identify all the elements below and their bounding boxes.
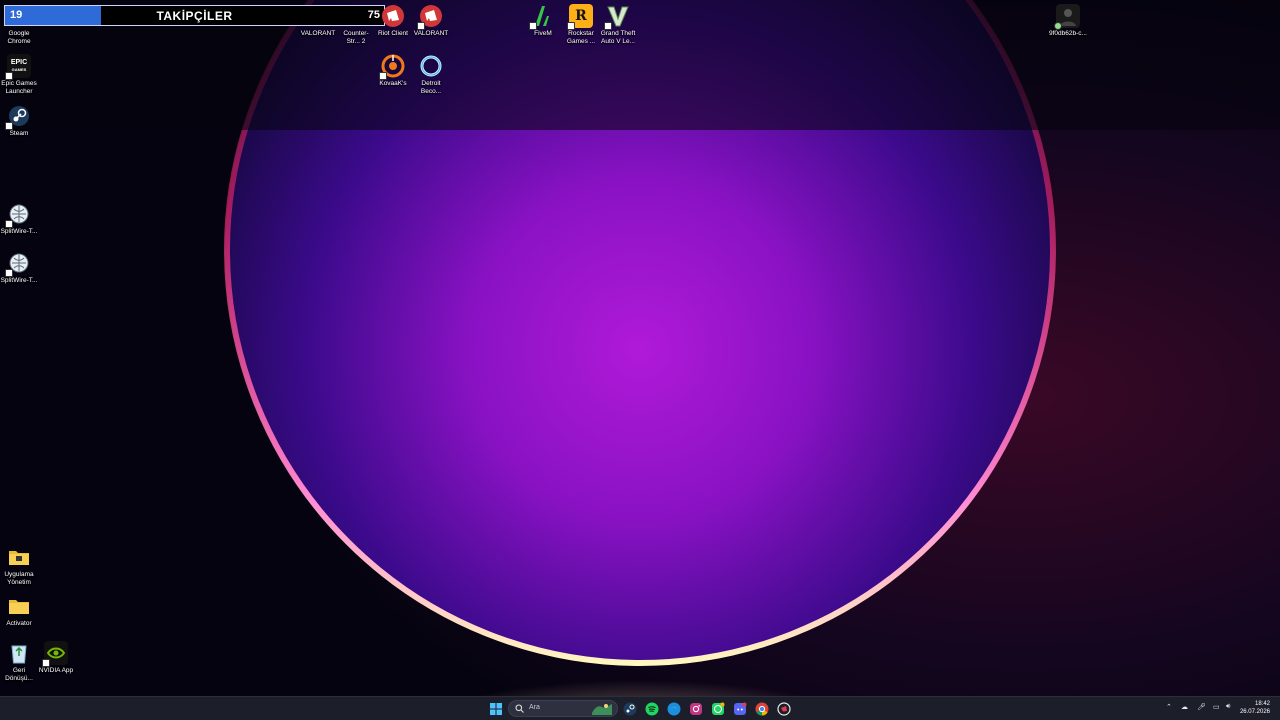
taskbar-clock[interactable]: 18:42 26.07.2026 bbox=[1240, 700, 1270, 716]
folder-icon bbox=[7, 594, 31, 618]
desktop-icon-label: SplitWire-T... bbox=[0, 277, 38, 284]
nvidia-icon bbox=[42, 641, 68, 667]
desktop-icon-kovaaks[interactable]: KovaaK's bbox=[374, 54, 412, 88]
clock-time: 18:42 bbox=[1254, 701, 1270, 707]
tray-network-icon[interactable]: ▭ bbox=[1213, 703, 1220, 711]
edge-icon bbox=[667, 702, 681, 716]
steam-icon bbox=[5, 104, 31, 130]
taskbar-search-box[interactable]: Ara bbox=[508, 700, 618, 717]
instagram-icon bbox=[690, 703, 702, 715]
riot-client-icon bbox=[417, 4, 443, 30]
taskbar-chrome[interactable] bbox=[754, 701, 770, 717]
desktop-icon-fivem[interactable]: FiveM bbox=[524, 4, 562, 38]
desktop-icon-google-chrome[interactable]: Google Chrome bbox=[0, 28, 38, 45]
desktop-icon-label: Geri Dönüşü... bbox=[5, 667, 33, 682]
taskbar-discord[interactable] bbox=[732, 701, 748, 717]
desktop-icon-label: Steam bbox=[9, 130, 29, 137]
desktop-icon-image-file[interactable]: 9f0db62b-c... bbox=[1049, 4, 1087, 38]
kovaaks-icon bbox=[379, 54, 405, 80]
desktop-icon-label: Counter-Str... 2 bbox=[343, 30, 369, 45]
desktop-icon-nvidia-app[interactable]: NVIDIA App bbox=[37, 641, 75, 675]
riot-icon bbox=[777, 702, 791, 716]
desktop-icon-label: Detroit Beco... bbox=[420, 80, 442, 95]
desktop-icon-label: Grand Theft Auto V Le... bbox=[600, 30, 636, 45]
search-icon bbox=[515, 704, 524, 713]
search-highlight-icon bbox=[592, 704, 612, 715]
desktop-icon-recycle-bin[interactable]: Geri Dönüşü... bbox=[0, 641, 38, 682]
tray-microphone-icon[interactable]: 🎤︎ bbox=[1197, 703, 1206, 711]
desktop-icon-uygulama-yonetim[interactable]: Uygulama Yönetim bbox=[0, 545, 38, 586]
desktop-wallpaper bbox=[0, 0, 1280, 720]
whatsapp-icon bbox=[712, 702, 725, 715]
image-file-icon bbox=[1054, 4, 1080, 30]
windows-start-button[interactable] bbox=[488, 701, 504, 717]
recycle-bin-icon bbox=[7, 641, 31, 665]
taskbar-spotify[interactable] bbox=[644, 701, 660, 717]
desktop-icon-label: SplitWire-T... bbox=[0, 228, 38, 235]
desktop-icon-label: 9f0db62b-c... bbox=[1049, 30, 1087, 37]
steam-icon bbox=[623, 702, 637, 716]
desktop-icon-valorant[interactable]: VALORANT bbox=[299, 28, 337, 38]
fivem-icon bbox=[529, 4, 555, 30]
desktop-icon-label: Rockstar Games ... bbox=[566, 30, 596, 45]
desktop-icon-detroit[interactable]: Detroit Beco... bbox=[412, 54, 450, 95]
desktop-icon-label: FiveM bbox=[534, 30, 552, 37]
desktop-icon-label: Riot Client bbox=[378, 30, 408, 37]
follower-progress-widget: 19 TAKİPÇİLER 75 bbox=[4, 5, 385, 26]
rockstar-icon: R bbox=[567, 4, 593, 30]
desktop-icon-label: Activator bbox=[6, 620, 32, 627]
desktop-icon-label: Epic Games Launcher bbox=[1, 80, 37, 95]
discord-icon bbox=[734, 702, 747, 715]
detroit-icon bbox=[419, 54, 443, 78]
folder-icon bbox=[7, 545, 31, 569]
taskbar: Ara ⌃ ☁ 🎤︎ ▭ 🔊︎ 18:42 26.07.2026 bbox=[0, 696, 1280, 720]
desktop-icon-gta-v[interactable]: Grand Theft Auto V Le... bbox=[599, 4, 637, 45]
spotify-icon bbox=[645, 702, 659, 716]
search-placeholder: Ara bbox=[529, 704, 540, 711]
desktop-icon-valorant-riot[interactable]: VALORANT bbox=[412, 4, 450, 38]
epic-games-icon: EPIC GAMES bbox=[5, 54, 31, 80]
desktop-icon-label: KovaaK's bbox=[379, 80, 407, 87]
taskbar-steam[interactable] bbox=[622, 701, 638, 717]
desktop-icon-label: Uygulama Yönetim bbox=[4, 571, 34, 586]
desktop-icon-splitwire-2[interactable]: SplitWire-T... bbox=[0, 251, 38, 285]
desktop-icon-label: Google Chrome bbox=[7, 30, 31, 45]
taskbar-edge[interactable] bbox=[666, 701, 682, 717]
taskbar-whatsapp[interactable] bbox=[710, 701, 726, 717]
desktop-icon-riot-client[interactable]: Riot Client bbox=[374, 4, 412, 38]
desktop-icon-activator[interactable]: Activator bbox=[0, 594, 38, 628]
tray-cloud-icon[interactable]: ☁ bbox=[1181, 703, 1188, 711]
desktop-icon-steam[interactable]: Steam bbox=[0, 104, 38, 138]
riot-client-icon bbox=[381, 4, 405, 28]
tray-volume-icon[interactable]: 🔊︎ bbox=[1226, 703, 1230, 711]
desktop-icon-label: VALORANT bbox=[413, 30, 449, 37]
desktop-icon-splitwire-1[interactable]: SplitWire-T... bbox=[0, 202, 38, 236]
taskbar-instagram[interactable] bbox=[688, 701, 704, 717]
splitwire-icon bbox=[5, 202, 31, 228]
taskbar-riot[interactable] bbox=[776, 701, 792, 717]
desktop-icon-label: NVIDIA App bbox=[38, 667, 74, 674]
splitwire-icon bbox=[5, 251, 31, 277]
tray-overflow-chevron-icon[interactable]: ⌃ bbox=[1166, 703, 1172, 711]
desktop-icon-counter-strike-2[interactable]: Counter-Str... 2 bbox=[337, 28, 375, 45]
gta-icon bbox=[604, 4, 630, 30]
desktop-icon-epic-games[interactable]: EPIC GAMES Epic Games Launcher bbox=[0, 54, 38, 95]
windows-start-icon bbox=[490, 703, 502, 715]
chrome-icon bbox=[755, 702, 769, 716]
desktop-icon-label: VALORANT bbox=[300, 30, 336, 37]
follower-title: TAKİPÇİLER bbox=[156, 9, 233, 23]
clock-date: 26.07.2026 bbox=[1239, 709, 1270, 715]
desktop-icon-rockstar[interactable]: R Rockstar Games ... bbox=[562, 4, 600, 45]
